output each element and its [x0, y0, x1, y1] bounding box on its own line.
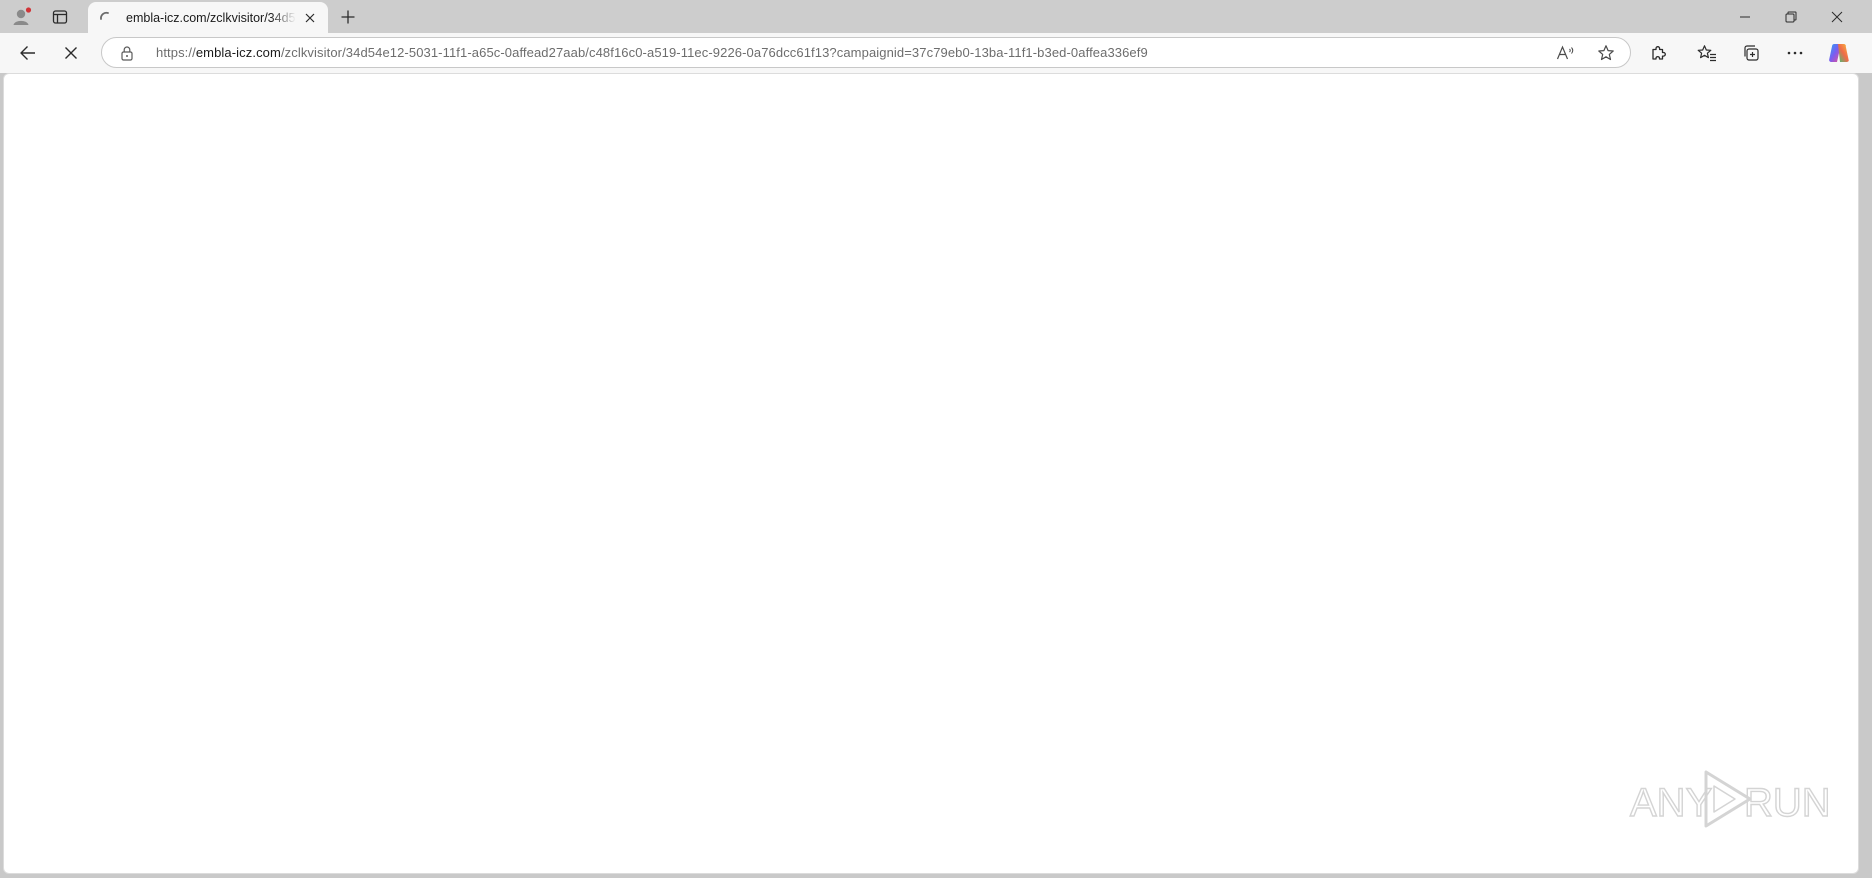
back-arrow-icon — [20, 46, 35, 60]
restore-icon — [1785, 11, 1797, 22]
restore-button[interactable] — [1768, 0, 1814, 33]
close-window-button[interactable] — [1814, 0, 1860, 33]
browser-toolbar: https://embla-icz.com/zclkvisitor/34d54e… — [0, 33, 1872, 73]
read-aloud-icon[interactable] — [1552, 39, 1580, 67]
url-text[interactable]: https://embla-icz.com/zclkvisitor/34d54e… — [156, 45, 1552, 60]
watermark-text-right: RUN — [1744, 781, 1828, 825]
tab-title: embla-icz.com/zclkvisitor/34d54e12-5031-… — [126, 10, 296, 25]
watermark-text-left: ANY — [1630, 781, 1712, 825]
collections-icon — [1744, 45, 1759, 61]
back-button[interactable] — [12, 38, 44, 68]
copilot-button[interactable] — [1823, 38, 1855, 68]
more-icon — [1787, 51, 1803, 55]
tab-actions-icon[interactable] — [46, 4, 74, 30]
star-icon[interactable] — [1592, 39, 1620, 67]
window-edge — [1859, 73, 1872, 878]
url-host: embla-icz.com — [195, 45, 281, 60]
collections-button[interactable] — [1735, 38, 1767, 68]
address-bar[interactable]: https://embla-icz.com/zclkvisitor/34d54e… — [101, 37, 1631, 68]
anyrun-watermark-logo: ANY RUN — [1628, 764, 1831, 834]
tab-strip: embla-icz.com/zclkvisitor/34d54e12-5031-… — [0, 0, 1872, 33]
extensions-button[interactable] — [1643, 38, 1675, 68]
active-tab[interactable]: embla-icz.com/zclkvisitor/34d54e12-5031-… — [88, 2, 328, 33]
puzzle-icon — [1652, 46, 1666, 60]
minimize-icon — [1740, 16, 1750, 17]
loading-spinner-icon — [98, 10, 114, 26]
favorites-icon — [1697, 45, 1716, 62]
minimize-button[interactable] — [1722, 0, 1768, 33]
tab-close-icon[interactable] — [300, 8, 320, 28]
plus-icon — [341, 10, 355, 24]
close-icon — [1831, 11, 1843, 22]
stop-icon — [65, 47, 77, 59]
stop-button[interactable] — [55, 38, 87, 68]
url-path: /zclkvisitor/34d54e12-5031-11f1-a65c-0af… — [280, 45, 1148, 60]
page-viewport[interactable] — [3, 73, 1859, 874]
more-button[interactable] — [1779, 38, 1811, 68]
new-tab-button[interactable] — [334, 4, 362, 30]
favorites-button[interactable] — [1691, 38, 1723, 68]
lock-icon[interactable] — [118, 44, 136, 62]
url-scheme: https:// — [156, 45, 196, 60]
copilot-icon — [1829, 44, 1849, 62]
profile-icon[interactable] — [8, 4, 36, 30]
